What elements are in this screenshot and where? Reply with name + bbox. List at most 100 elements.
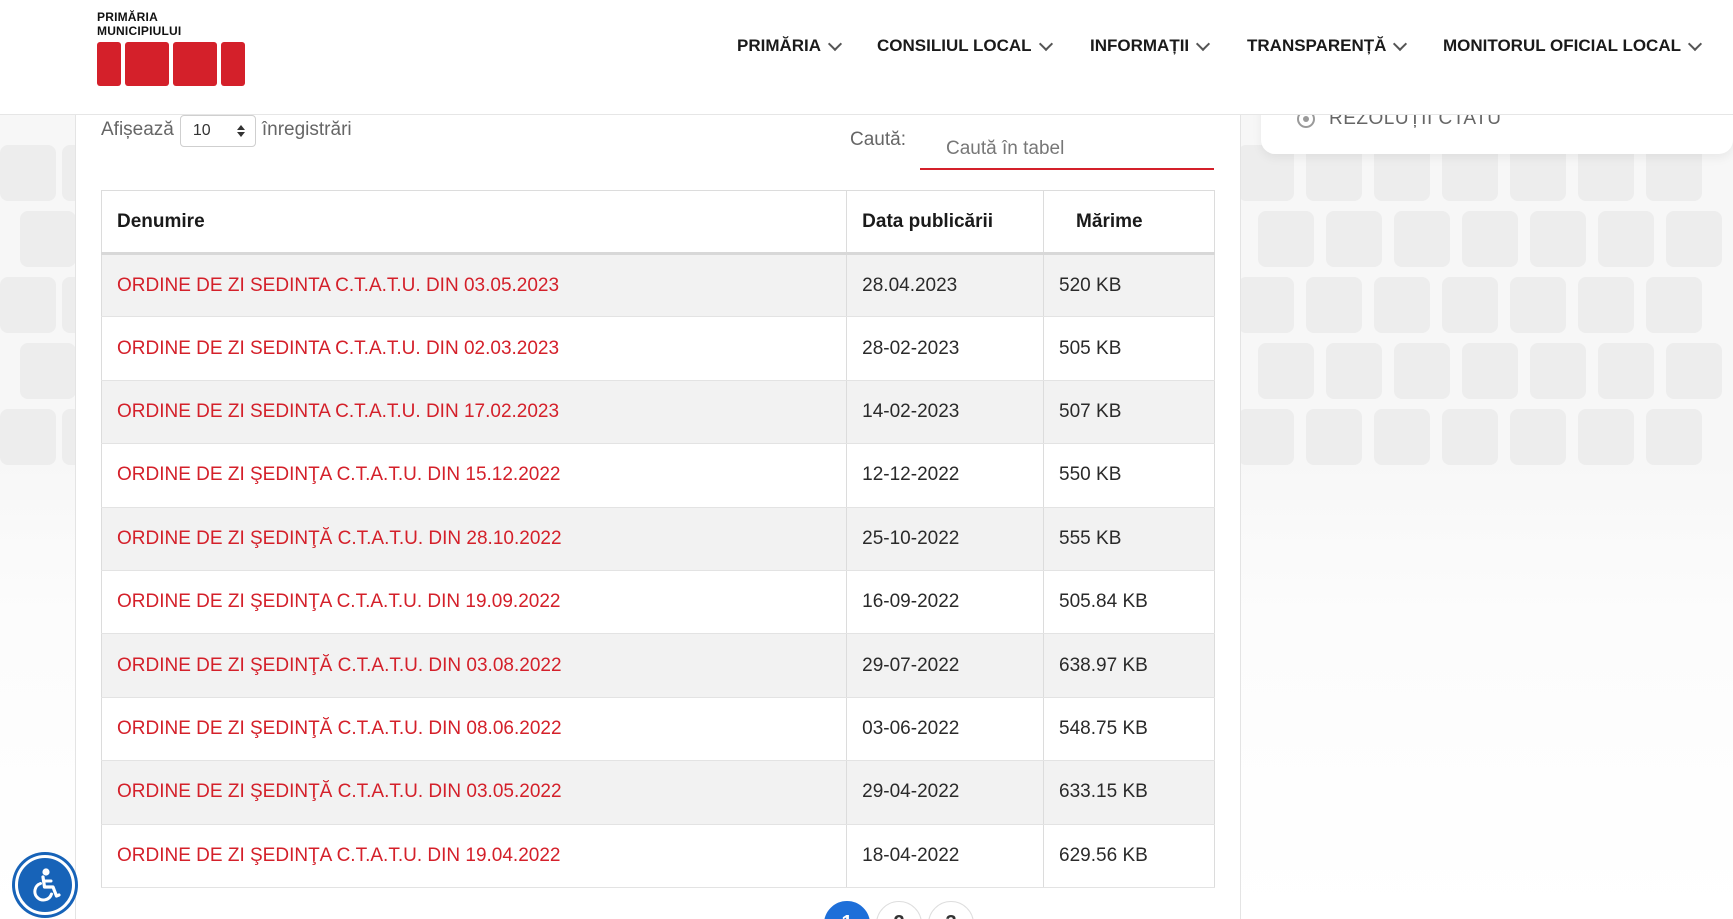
page-length-select[interactable]: 10 — [179, 115, 256, 147]
document-link[interactable]: ORDINE DE ZI SEDINTA C.T.A.T.U. DIN 17.0… — [117, 401, 559, 422]
show-label: Afișează — [101, 119, 174, 140]
background-block — [1394, 343, 1450, 399]
column-header-data-publicarii[interactable]: Data publicării — [846, 190, 1045, 255]
background-block — [1258, 343, 1314, 399]
background-block — [1598, 343, 1654, 399]
cell-marime: 505 KB — [1043, 316, 1215, 381]
document-link[interactable]: ORDINE DE ZI ŞEDINŢĂ C.T.A.T.U. DIN 03.0… — [117, 655, 562, 676]
document-link[interactable]: ORDINE DE ZI SEDINTA C.T.A.T.U. DIN 02.0… — [117, 338, 559, 359]
nav-item-consiliul-local[interactable]: CONSILIUL LOCAL — [877, 36, 1053, 56]
cell-denumire: ORDINE DE ZI SEDINTA C.T.A.T.U. DIN 02.0… — [101, 316, 848, 381]
background-block — [1442, 409, 1498, 465]
nav-label: PRIMĂRIA — [737, 36, 822, 55]
table-row: ORDINE DE ZI ŞEDINŢA C.T.A.T.U. DIN 19.0… — [101, 570, 1215, 635]
cell-data-publicarii: 28.04.2023 — [846, 253, 1045, 318]
table-row: ORDINE DE ZI ŞEDINŢĂ C.T.A.T.U. DIN 28.1… — [101, 507, 1215, 571]
background-block — [1530, 343, 1586, 399]
background-block — [1306, 409, 1362, 465]
page-button-3[interactable]: 3 — [928, 901, 974, 919]
document-link[interactable]: ORDINE DE ZI ŞEDINŢĂ C.T.A.T.U. DIN 28.1… — [117, 528, 562, 549]
table-row: ORDINE DE ZI ŞEDINŢĂ C.T.A.T.U. DIN 08.0… — [101, 697, 1215, 762]
cell-data-publicarii: 28-02-2023 — [846, 316, 1045, 381]
cell-marime: 507 KB — [1043, 380, 1215, 445]
background-block — [1394, 211, 1450, 267]
logo-line-1: PRIMĂRIA — [97, 10, 158, 24]
cell-data-publicarii: 03-06-2022 — [846, 697, 1045, 762]
cell-denumire: ORDINE DE ZI ŞEDINŢA C.T.A.T.U. DIN 19.0… — [101, 824, 848, 888]
background-block — [0, 145, 56, 201]
document-link[interactable]: ORDINE DE ZI ŞEDINŢĂ C.T.A.T.U. DIN 08.0… — [117, 718, 562, 739]
background-block — [0, 409, 56, 465]
table-row: ORDINE DE ZI SEDINTA C.T.A.T.U. DIN 17.0… — [101, 380, 1215, 445]
cell-marime: 550 KB — [1043, 443, 1215, 508]
wheelchair-icon — [33, 868, 61, 902]
document-link[interactable]: ORDINE DE ZI ŞEDINŢĂ C.T.A.T.U. DIN 03.0… — [117, 781, 562, 802]
background-block — [1578, 277, 1634, 333]
cell-denumire: ORDINE DE ZI ŞEDINŢĂ C.T.A.T.U. DIN 03.0… — [101, 760, 848, 825]
nav-item-primaria[interactable]: PRIMĂRIA — [737, 36, 843, 56]
chevron-down-icon — [827, 36, 843, 51]
background-block — [1442, 277, 1498, 333]
search-label: Caută: — [850, 129, 906, 150]
column-header-denumire[interactable]: Denumire — [101, 190, 848, 255]
background-block — [1598, 211, 1654, 267]
background-block — [1646, 409, 1702, 465]
chevron-down-icon — [1038, 36, 1053, 51]
nav-label: CONSILIUL LOCAL — [877, 36, 1032, 55]
background-block — [1462, 343, 1518, 399]
document-link[interactable]: ORDINE DE ZI ŞEDINŢA C.T.A.T.U. DIN 15.1… — [117, 464, 560, 485]
cell-marime: 638.97 KB — [1043, 633, 1215, 698]
cell-denumire: ORDINE DE ZI ŞEDINŢĂ C.T.A.T.U. DIN 28.1… — [101, 507, 848, 571]
nav-item-informatii[interactable]: INFORMAȚII — [1090, 36, 1211, 56]
background-block — [1326, 343, 1382, 399]
background-block — [1326, 211, 1382, 267]
accessibility-button[interactable] — [15, 855, 75, 915]
page-length-value: 10 — [192, 122, 211, 139]
nav-label: INFORMAȚII — [1090, 36, 1190, 55]
background-block — [1374, 409, 1430, 465]
table-row: ORDINE DE ZI ŞEDINŢĂ C.T.A.T.U. DIN 03.0… — [101, 633, 1215, 698]
main-content: Afișează 10 înregistrări Caută: Denumire… — [75, 115, 1241, 919]
page-button-2[interactable]: 2 — [876, 901, 922, 919]
page-button-1[interactable]: 1 — [824, 901, 870, 919]
logo-wordmark — [97, 42, 247, 86]
nav-label: MONITORUL OFICIAL LOCAL — [1443, 36, 1681, 55]
cell-denumire: ORDINE DE ZI ŞEDINŢA C.T.A.T.U. DIN 19.0… — [101, 570, 848, 635]
table-row: ORDINE DE ZI SEDINTA C.T.A.T.U. DIN 02.0… — [101, 316, 1215, 381]
search-input[interactable] — [920, 115, 1214, 170]
chevron-down-icon — [1196, 36, 1211, 51]
background-block — [1374, 277, 1430, 333]
document-link[interactable]: ORDINE DE ZI ŞEDINŢA C.T.A.T.U. DIN 19.0… — [117, 845, 560, 866]
cell-marime: 555 KB — [1043, 507, 1215, 571]
cell-marime: 633.15 KB — [1043, 760, 1215, 825]
nav-item-monitorul-oficial-local[interactable]: MONITORUL OFICIAL LOCAL — [1443, 36, 1703, 56]
chevron-down-icon — [1393, 36, 1408, 51]
background-block — [1578, 409, 1634, 465]
documents-table: Denumire Data publicării Mărime ORDINE D… — [101, 190, 1215, 888]
table-row: ORDINE DE ZI ŞEDINŢĂ C.T.A.T.U. DIN 03.0… — [101, 760, 1215, 825]
cell-data-publicarii: 12-12-2022 — [846, 443, 1045, 508]
document-link[interactable]: ORDINE DE ZI ŞEDINŢA C.T.A.T.U. DIN 19.0… — [117, 591, 560, 612]
cell-data-publicarii: 14-02-2023 — [846, 380, 1045, 445]
document-link[interactable]: ORDINE DE ZI SEDINTA C.T.A.T.U. DIN 03.0… — [117, 275, 559, 296]
cell-data-publicarii: 29-07-2022 — [846, 633, 1045, 698]
cell-denumire: ORDINE DE ZI ŞEDINŢĂ C.T.A.T.U. DIN 03.0… — [101, 633, 848, 698]
cell-denumire: ORDINE DE ZI ŞEDINŢĂ C.T.A.T.U. DIN 08.0… — [101, 697, 848, 762]
cell-marime: 505.84 KB — [1043, 570, 1215, 635]
cell-data-publicarii: 25-10-2022 — [846, 507, 1045, 571]
nav-label: TRANSPARENȚĂ — [1247, 36, 1387, 55]
records-label: înregistrări — [261, 119, 352, 140]
background-block — [1238, 277, 1294, 333]
background-block — [1646, 277, 1702, 333]
cell-denumire: ORDINE DE ZI SEDINTA C.T.A.T.U. DIN 03.0… — [101, 253, 848, 318]
background-block — [1462, 211, 1518, 267]
cell-data-publicarii: 18-04-2022 — [846, 824, 1045, 888]
column-header-marime[interactable]: Mărime — [1043, 190, 1215, 255]
cell-data-publicarii: 16-09-2022 — [846, 570, 1045, 635]
cell-denumire: ORDINE DE ZI SEDINTA C.T.A.T.U. DIN 17.0… — [101, 380, 848, 445]
nav-item-transparenta[interactable]: TRANSPARENȚĂ — [1247, 36, 1408, 56]
background-block — [20, 343, 76, 399]
background-block — [1666, 211, 1722, 267]
cell-data-publicarii: 29-04-2022 — [846, 760, 1045, 825]
site-logo[interactable]: PRIMĂRIA MUNICIPIULUI — [97, 10, 247, 94]
